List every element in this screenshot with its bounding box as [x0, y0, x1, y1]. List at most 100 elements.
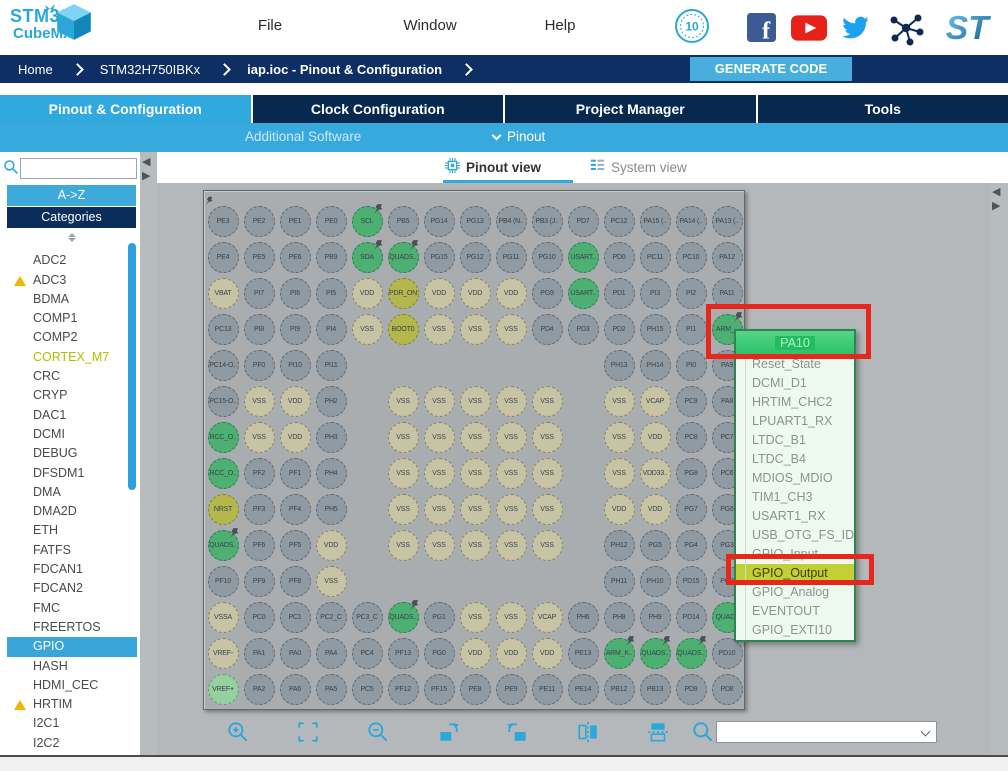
- chip-pin-pe3[interactable]: PE3: [208, 206, 239, 237]
- chip-pin-pd9[interactable]: PD9: [676, 674, 707, 705]
- sidebar-item-freertos[interactable]: FREERTOS: [7, 618, 137, 637]
- chip-pin-ph3[interactable]: PH3: [316, 422, 347, 453]
- chip-pin-pe4[interactable]: PE4: [208, 242, 239, 273]
- chip-pin-pi9[interactable]: PI9: [280, 314, 311, 345]
- chip-pin-vss[interactable]: VSS: [424, 494, 455, 525]
- collapse-left-icon[interactable]: ◀: [992, 187, 1000, 198]
- chip-pin-vdd[interactable]: VDD: [424, 278, 455, 309]
- flip-vertical-icon[interactable]: [646, 720, 670, 744]
- chip-pin-pd8[interactable]: PD8: [712, 674, 743, 705]
- chip-pin-vss[interactable]: VSS: [496, 458, 527, 489]
- chip-pin-pc15-o[interactable]: PC15-O..: [208, 386, 239, 417]
- sidebar-item-hdmi-cec[interactable]: HDMI_CEC: [7, 676, 137, 695]
- chip-pin-ph4[interactable]: PH4: [316, 458, 347, 489]
- chip-pin-pd7[interactable]: PD7: [568, 206, 599, 237]
- sidebar-scrollbar-thumb[interactable]: [128, 243, 136, 490]
- chip-pin-vss[interactable]: VSS: [460, 458, 491, 489]
- chip-pin-pi2[interactable]: PI2: [676, 278, 707, 309]
- chip-pin-vss[interactable]: VSS: [460, 314, 491, 345]
- sort-az-button[interactable]: A->Z: [7, 185, 136, 206]
- menu-file[interactable]: File: [240, 17, 300, 34]
- sidebar-item-cortex-m7[interactable]: CORTEX_M7: [7, 348, 137, 367]
- sidebar-item-gpio[interactable]: GPIO: [7, 637, 137, 656]
- chip-pin-pa6[interactable]: PA6: [280, 674, 311, 705]
- chip-pin-pd15[interactable]: PD15: [676, 566, 707, 597]
- chip-pin-pc10[interactable]: PC10: [676, 242, 707, 273]
- chip-pin-ph6[interactable]: PH6: [568, 602, 599, 633]
- chip-pin-pg11[interactable]: PG11: [496, 242, 527, 273]
- chip-pin-vdd[interactable]: VDD: [460, 278, 491, 309]
- chip-pin-pg10[interactable]: PG10: [532, 242, 563, 273]
- chip-pin-ph11[interactable]: PH11: [604, 566, 635, 597]
- chip-pin-vss[interactable]: VSS: [388, 422, 419, 453]
- chip-pin-vss[interactable]: VSS: [460, 386, 491, 417]
- generate-code-button[interactable]: GENERATE CODE: [690, 57, 852, 81]
- sidebar-item-dma[interactable]: DMA: [7, 483, 137, 502]
- chip-pin-pa13[interactable]: PA13 (..: [712, 206, 743, 237]
- chip-pin-nrst[interactable]: NRST: [208, 494, 239, 525]
- chip-pin-pa11[interactable]: PA11: [712, 278, 743, 309]
- chip-pin-pd10[interactable]: PD10: [712, 638, 743, 669]
- chip-pin-pa12[interactable]: PA12: [712, 242, 743, 273]
- chip-pin-vdd[interactable]: VDD: [460, 638, 491, 669]
- chip-pin-pdr-on[interactable]: PDR_ON: [388, 278, 419, 309]
- chip-pin-vss[interactable]: VSS: [388, 458, 419, 489]
- menu-help[interactable]: Help: [532, 17, 588, 34]
- chip-pin-pc9[interactable]: PC9: [676, 386, 707, 417]
- chip-pin-pe8[interactable]: PE8: [460, 674, 491, 705]
- chip-pin-vss[interactable]: VSS: [604, 458, 635, 489]
- chip-pin-vss[interactable]: VSS: [460, 530, 491, 561]
- chip-pin-pi7[interactable]: PI7: [244, 278, 275, 309]
- context-menu-item-tim1-ch3[interactable]: TIM1_CH3: [736, 488, 854, 507]
- chip-pin-vss[interactable]: VSS: [460, 494, 491, 525]
- chip-pin-ph12[interactable]: PH12: [604, 530, 635, 561]
- sidebar-item-hrtim[interactable]: HRTIM: [7, 695, 137, 714]
- chip-pin-vss[interactable]: VSS: [424, 386, 455, 417]
- chip-pin-pf5[interactable]: PF5: [280, 530, 311, 561]
- chip-pin-pe2[interactable]: PE2: [244, 206, 275, 237]
- tab-pinout-view[interactable]: Pinout view: [445, 158, 541, 176]
- chip-pin-ph9[interactable]: PH9: [640, 602, 671, 633]
- chip-pin-pc2-c[interactable]: PC2_C: [316, 602, 347, 633]
- chip-pin-vss[interactable]: VSS: [424, 422, 455, 453]
- sidebar-item-dcmi[interactable]: DCMI: [7, 425, 137, 444]
- sidebar-item-dma2d[interactable]: DMA2D: [7, 502, 137, 521]
- chip-pin-vref[interactable]: VREF+: [208, 674, 239, 705]
- context-menu-item-reset-state[interactable]: Reset_State: [736, 355, 854, 374]
- chip-pin-pa1[interactable]: PA1: [244, 638, 275, 669]
- chip-pin-pi0[interactable]: PI0: [676, 350, 707, 381]
- categories-button[interactable]: Categories: [7, 207, 136, 228]
- chip-pin-vss[interactable]: VSS: [496, 386, 527, 417]
- chip-pin-vdd33[interactable]: VDD33..: [640, 458, 671, 489]
- chip-pin-pi1[interactable]: PI1: [676, 314, 707, 345]
- chip-pin-pa2[interactable]: PA2: [244, 674, 275, 705]
- chip-pin-pf12[interactable]: PF12: [388, 674, 419, 705]
- chip-pin-pg14[interactable]: PG14: [424, 206, 455, 237]
- sidebar-item-adc3[interactable]: ADC3: [7, 271, 137, 290]
- chip-pin-pc0[interactable]: PC0: [244, 602, 275, 633]
- chip-pin-pd14[interactable]: PD14: [676, 602, 707, 633]
- context-menu-item-eventout[interactable]: EVENTOUT: [736, 602, 854, 621]
- chip-pin-pe1[interactable]: PE1: [280, 206, 311, 237]
- tab-project-manager[interactable]: Project Manager: [505, 95, 756, 123]
- chip-pin-pc4[interactable]: PC4: [352, 638, 383, 669]
- sidebar-item-dfsdm1[interactable]: DFSDM1: [7, 464, 137, 483]
- context-menu-item-gpio-output[interactable]: GPIO_Output: [736, 564, 854, 583]
- breadcrumb-device[interactable]: STM32H750IBKx: [100, 62, 200, 77]
- chip-pin-vss[interactable]: VSS: [496, 494, 527, 525]
- chip-pin-pg0[interactable]: PG0: [424, 638, 455, 669]
- chip-pin-pf1[interactable]: PF1: [280, 458, 311, 489]
- chip-pin-vss[interactable]: VSS: [388, 530, 419, 561]
- chip-pin-vdd[interactable]: VDD: [496, 638, 527, 669]
- chip-pin-pa0[interactable]: PA0: [280, 638, 311, 669]
- chip-pin-vss[interactable]: VSS: [496, 314, 527, 345]
- sidebar-item-fmc[interactable]: FMC: [7, 599, 137, 618]
- pinout-dropdown[interactable]: Pinout: [493, 129, 545, 144]
- sidebar-item-fdcan2[interactable]: FDCAN2: [7, 579, 137, 598]
- chip-pin-pe11[interactable]: PE11: [532, 674, 563, 705]
- chip-pin-vdd[interactable]: VDD: [352, 278, 383, 309]
- chip-pin-vss[interactable]: VSS: [496, 602, 527, 633]
- sidebar-item-hash[interactable]: HASH: [7, 657, 137, 676]
- chip-pin-pf4[interactable]: PF4: [280, 494, 311, 525]
- chip-pin-pi8[interactable]: PI8: [244, 314, 275, 345]
